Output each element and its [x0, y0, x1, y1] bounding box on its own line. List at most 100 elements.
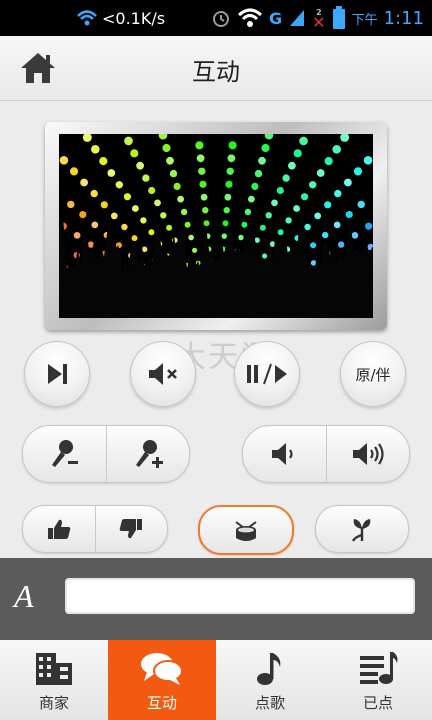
music-volume-control [242, 425, 410, 483]
light-dot [123, 193, 131, 201]
building-icon [34, 650, 74, 688]
mic-plus-icon [135, 440, 163, 468]
light-dot [363, 156, 373, 165]
nav-song-request-label: 点歌 [254, 694, 285, 712]
message-bar: A [0, 558, 432, 640]
nav-song-request[interactable]: 点歌 [216, 640, 324, 720]
light-dot [254, 169, 263, 178]
light-dot [258, 156, 266, 165]
nav-queued[interactable]: 已点 [324, 640, 432, 720]
bottom-navigation: 商家 互动 点歌 已点 [0, 640, 432, 720]
light-dot [192, 247, 198, 253]
light-dot [251, 182, 259, 190]
nav-merchant[interactable]: 商家 [0, 640, 108, 720]
nav-interact[interactable]: 互动 [108, 640, 216, 720]
video-preview[interactable] [59, 134, 373, 318]
light-dot [301, 193, 309, 201]
app-header: 互动 [0, 36, 432, 101]
light-dot [110, 212, 118, 220]
music-note-icon [254, 650, 286, 688]
light-dot [221, 233, 228, 239]
light-dot [91, 221, 99, 229]
light-dot [90, 189, 98, 198]
light-dot [222, 220, 229, 227]
mic-volume-down-button[interactable] [23, 426, 106, 482]
no-sim-icon: 2 ✕ [312, 8, 326, 32]
clock: 1:11 [383, 7, 424, 29]
light-dot [166, 156, 174, 165]
net-speed: <0.1K/s [102, 8, 166, 28]
nav-merchant-label: 商家 [38, 694, 69, 712]
light-dot [271, 199, 278, 207]
mute-button[interactable] [130, 341, 196, 407]
light-dot [357, 200, 365, 209]
light-dot [115, 181, 123, 189]
light-dot [365, 222, 373, 230]
mute-icon [149, 363, 177, 385]
drum-icon [235, 521, 257, 541]
light-dot [224, 193, 232, 201]
light-dot [69, 167, 79, 176]
light-dot [173, 182, 181, 190]
light-dot [160, 212, 167, 219]
volume-up-button[interactable] [325, 426, 410, 482]
light-dot [316, 169, 325, 177]
nav-interact-label: 互动 [146, 694, 177, 712]
light-dot [180, 208, 188, 216]
light-dot [148, 229, 155, 236]
light-dot [332, 145, 342, 154]
light-dot [196, 154, 205, 163]
light-dot [262, 253, 268, 259]
light-dot [248, 195, 255, 203]
flower-button[interactable] [315, 505, 409, 553]
light-dot [202, 207, 209, 214]
alarm-icon [213, 11, 230, 27]
vocal-toggle-button[interactable]: 原/伴 [340, 341, 406, 407]
light-dot [99, 157, 108, 166]
thumbs-up-button[interactable] [23, 506, 95, 552]
light-dot [334, 189, 342, 198]
font-style-button[interactable]: A [14, 578, 34, 615]
light-dot [276, 186, 284, 195]
light-dot [226, 167, 234, 175]
light-dot [314, 212, 322, 220]
battery-icon [332, 6, 345, 29]
wifi-upload-icon [77, 10, 97, 26]
light-dot [238, 234, 244, 241]
flower-icon [351, 519, 371, 542]
volume-down-button[interactable] [243, 426, 326, 482]
play-pause-button[interactable] [234, 341, 300, 407]
light-dot [130, 149, 139, 158]
drum-button[interactable] [198, 505, 294, 555]
light-dot [141, 246, 148, 253]
light-dot [154, 199, 161, 207]
sim-badge: 2 [316, 8, 322, 17]
light-dot [293, 149, 302, 158]
light-dot [259, 224, 266, 231]
light-dot [184, 221, 191, 228]
light-dot [285, 217, 292, 224]
time-period: 下午 [351, 12, 378, 28]
light-dot [227, 154, 236, 163]
light-dot [345, 211, 353, 219]
light-dot [333, 221, 341, 229]
light-dot [241, 221, 248, 228]
next-song-button[interactable] [24, 341, 90, 407]
mic-minus-icon [52, 440, 79, 467]
playlist-icon [357, 650, 399, 688]
light-dot [131, 235, 138, 242]
mic-volume-up-button[interactable] [105, 426, 190, 482]
thumbs-down-button[interactable] [94, 506, 168, 552]
nav-queued-label: 已点 [362, 694, 393, 712]
light-dot [195, 141, 204, 150]
light-dot [198, 167, 206, 175]
vocal-toggle-label: 原/伴 [355, 365, 391, 384]
mic-volume-control [22, 425, 190, 483]
light-dot [277, 229, 284, 236]
light-dot [67, 200, 75, 209]
light-dot [351, 232, 359, 239]
light-dot [169, 169, 178, 178]
light-dot [338, 241, 345, 248]
status-bar: <0.1K/s G 2 ✕ 下午 1:11 [0, 0, 432, 36]
message-input[interactable] [65, 578, 415, 614]
